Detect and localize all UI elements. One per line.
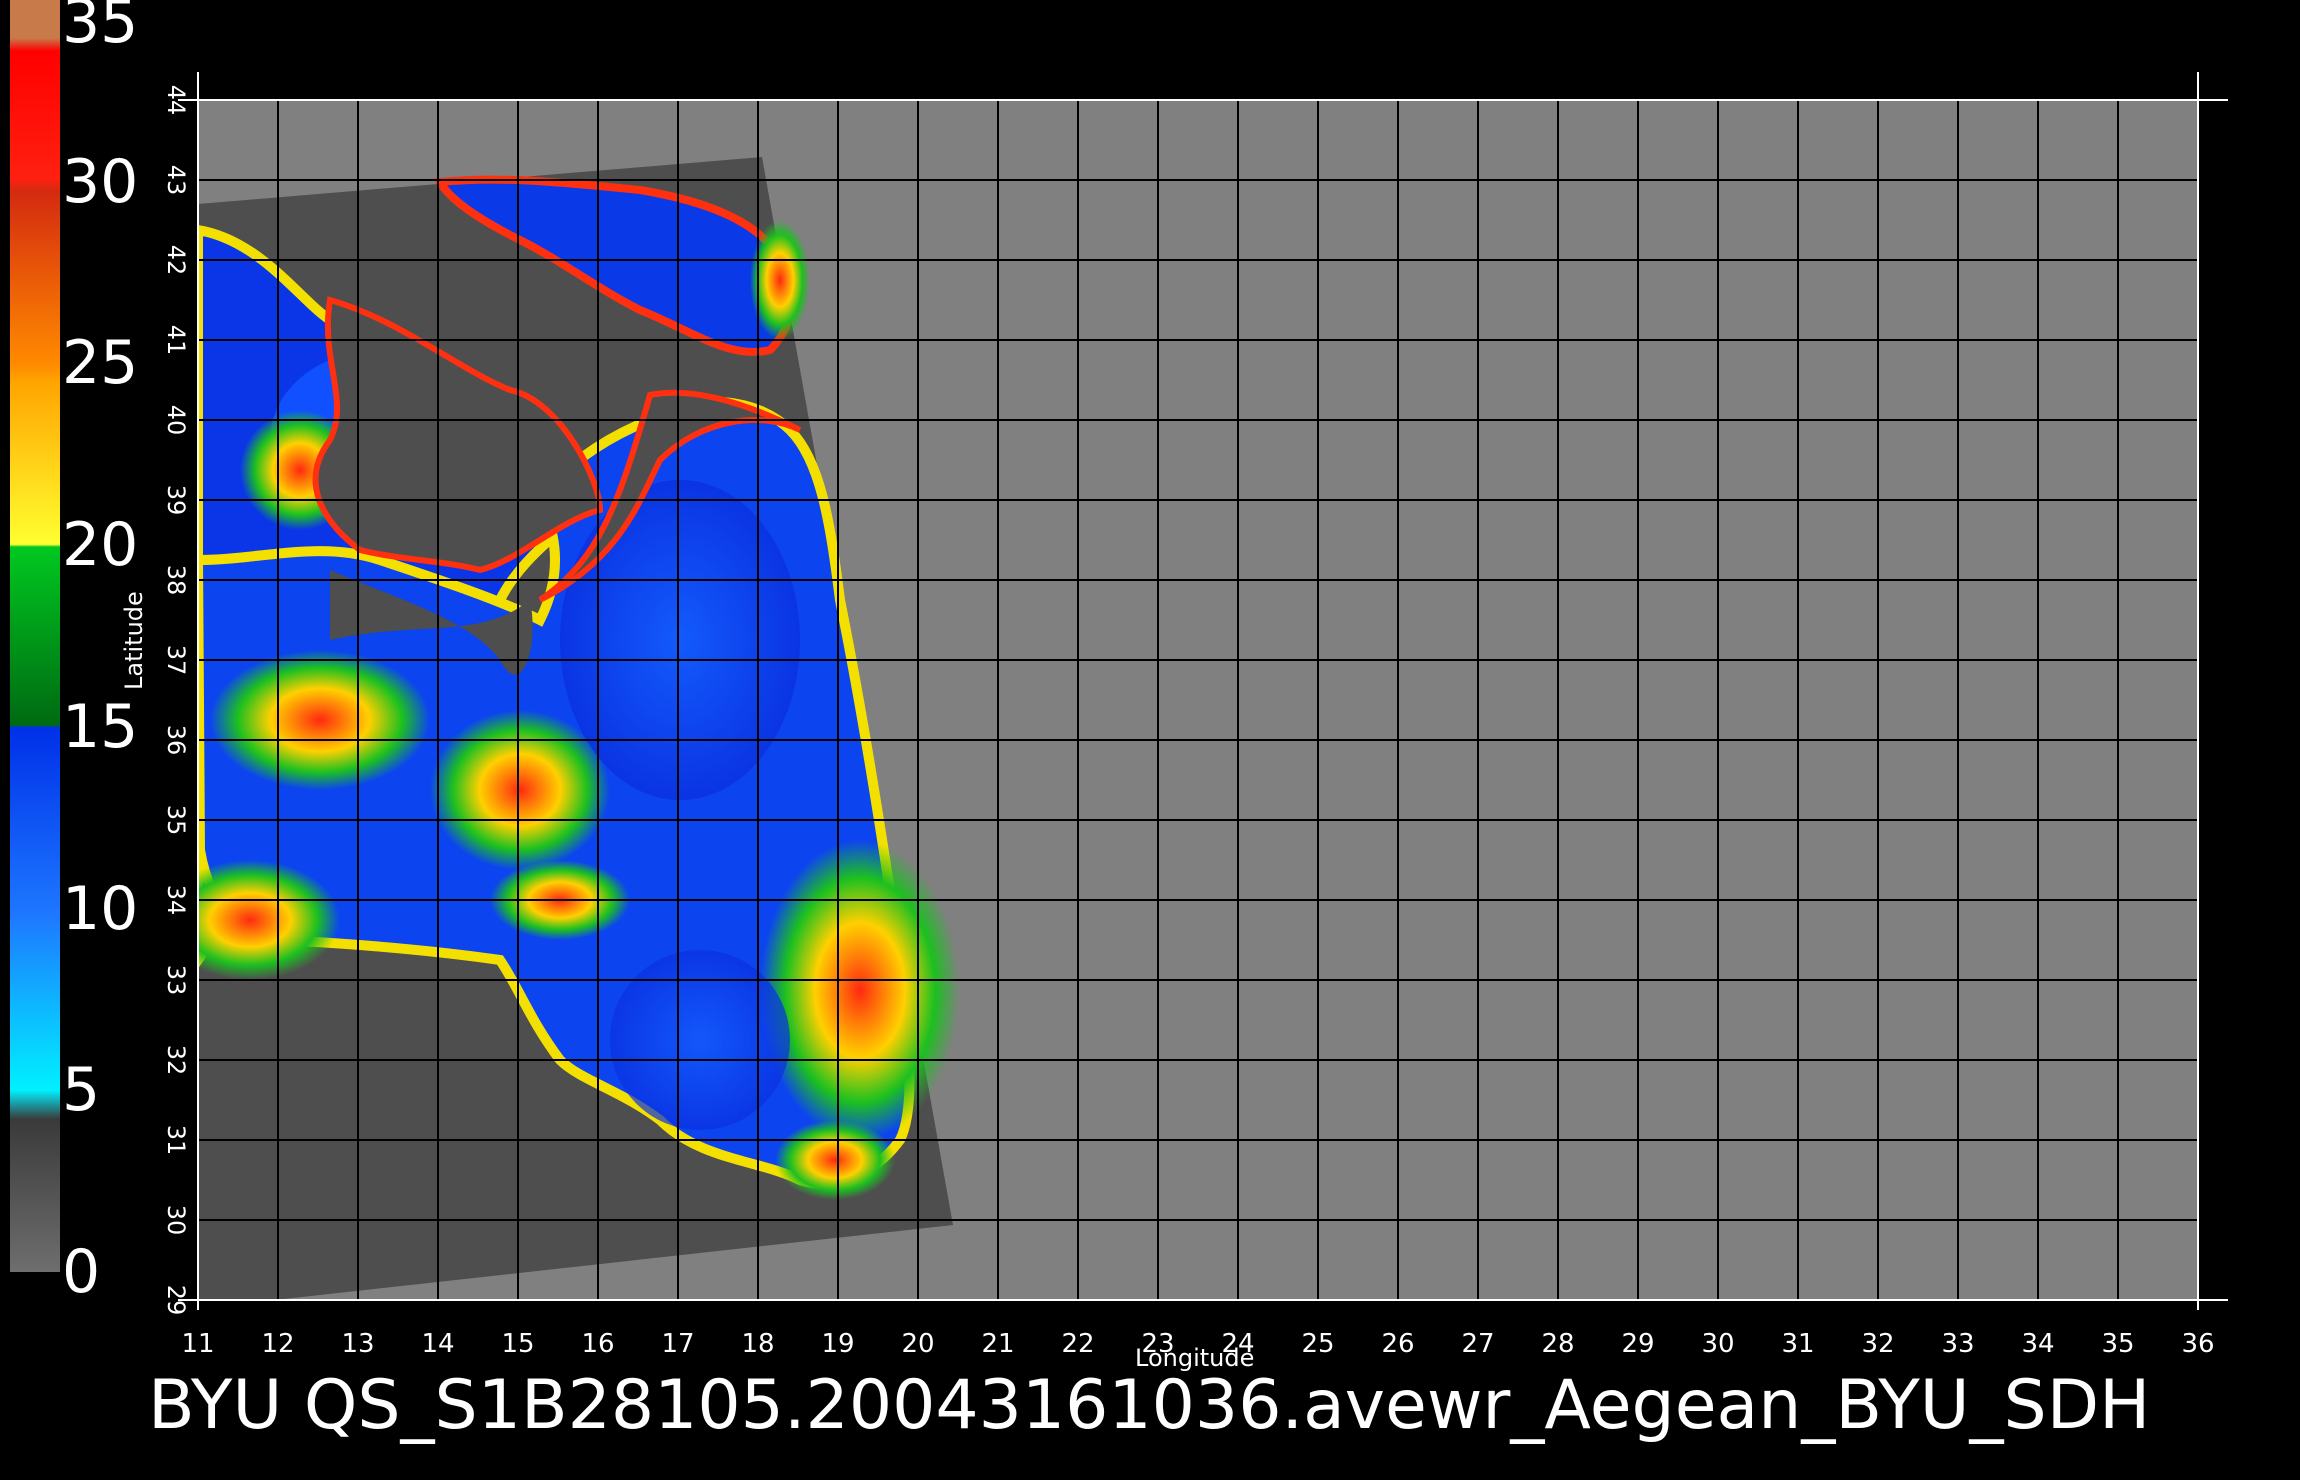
latitude-tick-label: 31: [162, 1125, 190, 1156]
wind-low-region: [610, 950, 790, 1130]
latitude-tick-label: 41: [162, 325, 190, 356]
color-scale-label: 30: [62, 146, 139, 217]
wind-max-region: [760, 840, 960, 1140]
longitude-tick-label: 12: [261, 1329, 294, 1359]
image-caption: BYU QS_S1B28105.20043161036.avewr_Aegean…: [148, 1366, 2151, 1445]
latitude-tick-label: 42: [162, 245, 190, 276]
longitude-tick-label: 19: [821, 1329, 854, 1359]
color-scale-label: 35: [62, 0, 139, 57]
latitude-tick-label: 37: [162, 645, 190, 676]
longitude-tick-label: 31: [1781, 1329, 1814, 1359]
wind-max-region: [210, 650, 430, 790]
longitude-tick-label: 15: [501, 1329, 534, 1359]
longitude-tick-label: 26: [1381, 1329, 1414, 1359]
longitude-tick-label: 36: [2181, 1329, 2214, 1359]
longitude-tick-label: 14: [421, 1329, 454, 1359]
latitude-tick-label: 29: [162, 1285, 190, 1316]
latitude-tick-label: 32: [162, 1045, 190, 1076]
longitude-tick-label: 25: [1301, 1329, 1334, 1359]
latitude-tick-label: 38: [162, 565, 190, 596]
latitude-tick-label: 35: [162, 805, 190, 836]
color-scale-label: 10: [62, 873, 139, 944]
color-scale-label: 15: [62, 691, 139, 762]
color-scale-label: 25: [62, 328, 139, 399]
latitude-tick-label: 36: [162, 725, 190, 756]
color-scale-bar: [10, 0, 60, 1272]
longitude-tick-label: 16: [581, 1329, 614, 1359]
wind-speed-map-figure: 11 12 13 14 15 16 17 18 19 20 21 22 23 24 25 26 27 28 29 30…: [10, 0, 2228, 1359]
longitude-tick-label: 21: [981, 1329, 1014, 1359]
latitude-tick-label: 39: [162, 485, 190, 516]
longitude-tick-label: 20: [901, 1329, 934, 1359]
longitude-tick-label: 11: [181, 1329, 214, 1359]
latitude-tick-label: 34: [162, 885, 190, 916]
color-scale-label: 20: [62, 510, 139, 581]
latitude-tick-label: 33: [162, 965, 190, 996]
latitude-tick-labels: 29 30 31 32 33 34 35 36 37 38 39 40 41 42 43 44: [162, 85, 190, 1316]
color-scale-label: 5: [62, 1055, 101, 1126]
longitude-tick-label: 33: [1941, 1329, 1974, 1359]
latitude-tick-label: 44: [162, 85, 190, 116]
longitude-tick-label: 30: [1701, 1329, 1734, 1359]
longitude-tick-label: 35: [2101, 1329, 2134, 1359]
longitude-tick-label: 34: [2021, 1329, 2054, 1359]
longitude-tick-label: 13: [341, 1329, 374, 1359]
longitude-tick-label: 29: [1621, 1329, 1654, 1359]
longitude-tick-label: 18: [741, 1329, 774, 1359]
latitude-tick-label: 40: [162, 405, 190, 436]
y-axis-title: Latitude: [120, 591, 148, 690]
longitude-tick-label: 22: [1061, 1329, 1094, 1359]
latitude-tick-label: 43: [162, 165, 190, 196]
wind-low-region: [560, 480, 800, 800]
color-scale-label: 0: [62, 1237, 101, 1307]
longitude-tick-label: 17: [661, 1329, 694, 1359]
wind-max-region: [775, 1120, 895, 1200]
latitude-tick-label: 30: [162, 1205, 190, 1236]
longitude-tick-label: 32: [1861, 1329, 1894, 1359]
longitude-tick-label: 28: [1541, 1329, 1574, 1359]
wind-max-region: [198, 860, 340, 980]
longitude-tick-label: 27: [1461, 1329, 1494, 1359]
